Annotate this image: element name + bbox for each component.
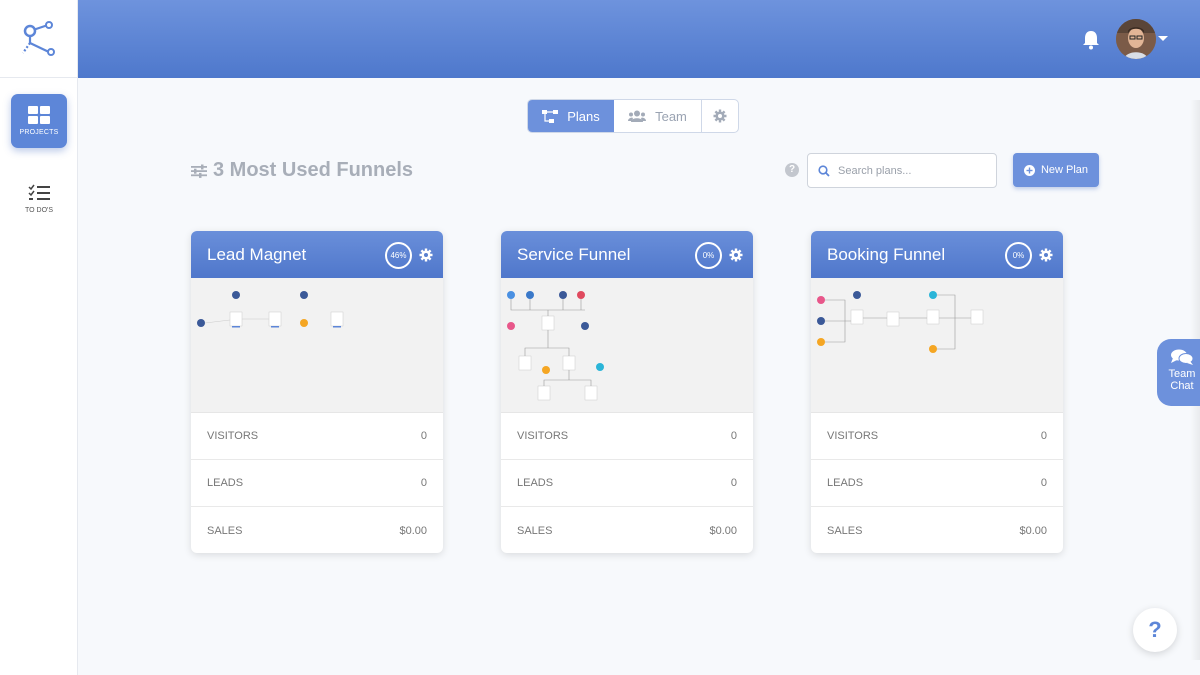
gear-icon: [713, 109, 727, 123]
progress-badge: 0%: [1005, 242, 1032, 269]
page-title-text: 3 Most Used Funnels: [213, 159, 414, 181]
sidebar-item-projects[interactable]: PROJECTS: [11, 94, 67, 148]
progress-badge: 0%: [695, 242, 722, 269]
stat-label: VISITORS: [207, 430, 259, 442]
stat-value: 0: [730, 477, 737, 489]
funnel-preview[interactable]: [811, 278, 1063, 413]
sidebar-item-label: PROJECTS: [19, 129, 59, 136]
stat-row: SALES $0.00: [501, 507, 753, 553]
tab-team[interactable]: Team: [614, 100, 702, 132]
team-chat-label-1: Team: [1168, 368, 1196, 380]
stat-row: SALES $0.00: [811, 507, 1063, 553]
stat-value: $0.00: [399, 524, 427, 537]
chevron-down-icon[interactable]: [1158, 36, 1168, 41]
new-plan-button[interactable]: New Plan: [1013, 153, 1099, 187]
gear-icon[interactable]: [729, 248, 743, 262]
card-title: Lead Magnet: [207, 244, 307, 264]
top-header: [78, 0, 1200, 78]
funnel-diagram-thumbnail: [507, 291, 604, 401]
search-input[interactable]: [838, 164, 988, 177]
card-header: Lead Magnet 46%: [191, 231, 443, 278]
stat-value: 0: [730, 430, 737, 442]
stat-label: LEADS: [517, 477, 554, 489]
stat-row: SALES $0.00: [191, 507, 443, 553]
question-circle-icon[interactable]: ?: [785, 163, 799, 177]
stat-label: LEADS: [827, 477, 864, 489]
tab-label: Plans: [567, 108, 600, 124]
new-plan-label: New Plan: [1040, 164, 1089, 176]
team-chat-button[interactable]: Team Chat: [1157, 339, 1200, 406]
notifications-button[interactable]: [1082, 30, 1100, 55]
stat-value: 0: [1040, 430, 1047, 442]
users-icon: [628, 110, 647, 122]
view-switcher: Plans Team: [527, 99, 739, 133]
avatar-photo-icon: [1116, 19, 1156, 59]
stat-value: 0: [420, 430, 427, 442]
stat-label: SALES: [517, 524, 553, 537]
stat-value: $0.00: [709, 524, 737, 537]
funnel-preview[interactable]: [501, 278, 753, 413]
card-title: Service Funnel: [517, 244, 631, 264]
stat-label: SALES: [207, 524, 243, 537]
sitemap-icon: [542, 109, 559, 123]
checklist-icon: [28, 184, 50, 200]
stat-label: VISITORS: [517, 430, 569, 442]
stat-row: VISITORS 0: [501, 413, 753, 460]
funnel-diagram-thumbnail: [197, 291, 344, 328]
plus-circle-icon: [1023, 164, 1035, 176]
stat-value: $0.00: [1019, 524, 1047, 537]
gear-icon[interactable]: [419, 248, 433, 262]
stat-row: VISITORS 0: [191, 413, 443, 460]
stat-value: 0: [1040, 477, 1047, 489]
progress-badge: 46%: [385, 242, 412, 269]
stat-row: VISITORS 0: [811, 413, 1063, 460]
card-title: Booking Funnel: [827, 244, 946, 264]
stat-row: LEADS 0: [501, 460, 753, 507]
tab-label: Team: [655, 108, 687, 124]
help-button[interactable]: ?: [1133, 608, 1177, 652]
funnel-card[interactable]: Lead Magnet 46% VISITORS 0 LEADS 0 SALES…: [191, 231, 443, 553]
team-chat-label-2: Chat: [1170, 380, 1194, 392]
funnel-preview[interactable]: [191, 278, 443, 413]
card-header: Booking Funnel 0%: [811, 231, 1063, 278]
user-avatar[interactable]: [1116, 19, 1156, 59]
search-icon: [818, 164, 830, 177]
sidebar: PROJECTS TO DO'S: [0, 0, 78, 675]
search-field: [807, 153, 997, 188]
funnel-diagram-thumbnail: [817, 291, 984, 353]
stat-label: SALES: [827, 524, 863, 537]
gear-icon[interactable]: [1039, 248, 1053, 262]
grid-icon: [28, 106, 50, 124]
sliders-icon: [191, 164, 207, 178]
stat-value: 0: [420, 477, 427, 489]
funnel-nodes-logo-icon: [22, 20, 55, 56]
app-logo[interactable]: [0, 0, 78, 78]
page-title: 3 Most Used Funnels: [191, 159, 413, 182]
stat-label: VISITORS: [827, 430, 879, 442]
tab-settings[interactable]: [702, 100, 738, 132]
stat-label: LEADS: [207, 477, 244, 489]
bell-icon: [1083, 31, 1099, 50]
sidebar-item-todos[interactable]: TO DO'S: [11, 184, 67, 226]
funnel-card[interactable]: Booking Funnel 0% VISITORS 0 LEADS 0 SAL…: [811, 231, 1063, 553]
tab-plans[interactable]: Plans: [528, 100, 614, 132]
stat-row: LEADS 0: [191, 460, 443, 507]
stat-row: LEADS 0: [811, 460, 1063, 507]
chat-bubbles-icon: [1171, 349, 1194, 365]
sidebar-item-label: TO DO'S: [24, 207, 54, 214]
funnel-card[interactable]: Service Funnel 0% VISITORS 0 LEADS 0 SAL…: [501, 231, 753, 553]
card-header: Service Funnel 0%: [501, 231, 753, 278]
